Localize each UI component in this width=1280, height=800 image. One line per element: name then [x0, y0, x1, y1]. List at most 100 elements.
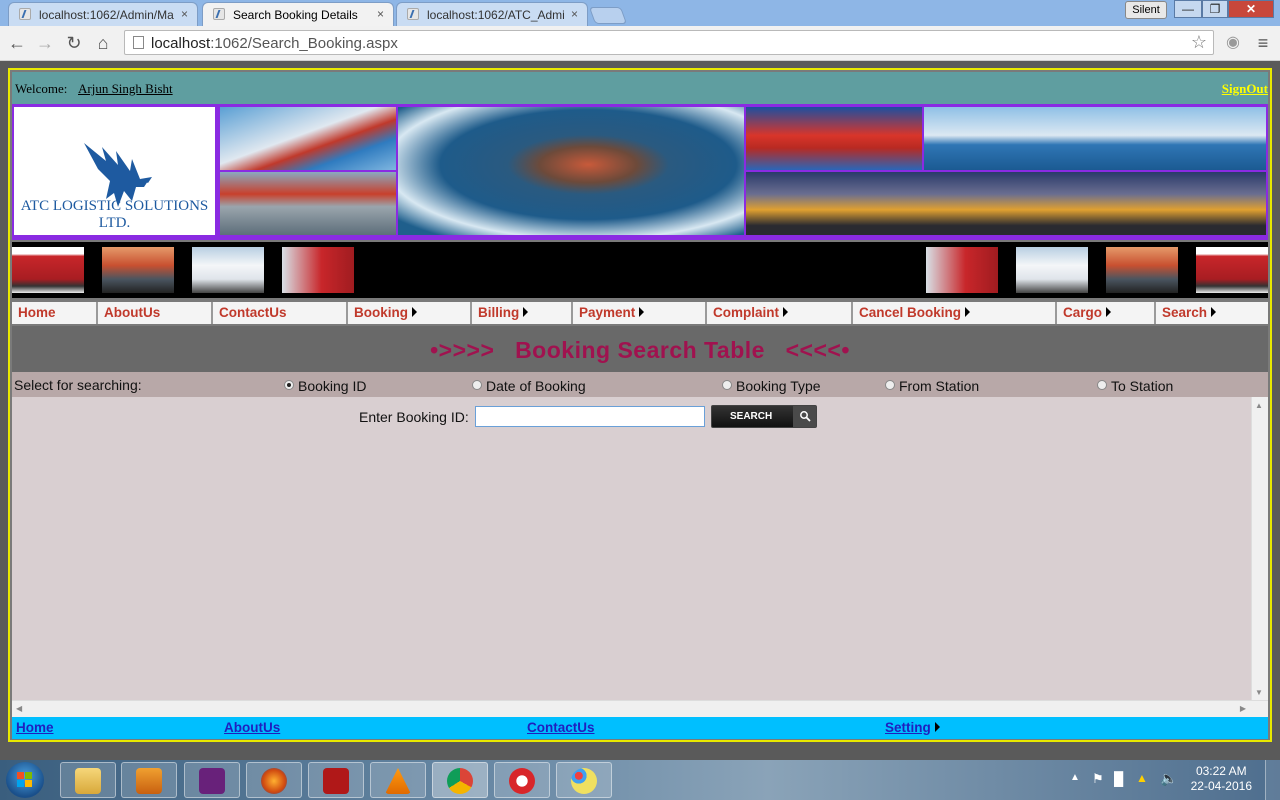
browser-tab-search-booking[interactable]: Search Booking Details × [202, 2, 394, 26]
radio-unselected-icon[interactable] [472, 380, 482, 390]
radio-unselected-icon[interactable] [1097, 380, 1107, 390]
truck-image [1106, 247, 1178, 293]
browser-tab-atc-admin[interactable]: localhost:1062/ATC_Admi × [396, 2, 588, 26]
radio-booking-id[interactable]: Booking ID [284, 378, 366, 394]
taskbar-ccleaner[interactable] [494, 762, 550, 798]
radio-selected-icon[interactable] [284, 380, 294, 390]
radio-label: To Station [1111, 378, 1174, 394]
truck-image [1016, 247, 1088, 293]
horizontal-scrollbar[interactable]: ◀ ▶ [12, 700, 1268, 717]
url-path: :1062/Search_Booking.aspx [210, 35, 398, 52]
clock-date: 22-04-2016 [1190, 779, 1252, 793]
back-arrow-icon[interactable]: ← [6, 32, 28, 54]
submenu-arrow-icon [523, 307, 529, 317]
menu-item-contactus[interactable]: ContactUs [213, 302, 348, 324]
radio-to-station[interactable]: To Station [1097, 378, 1173, 394]
taskbar-chrome[interactable] [432, 762, 488, 798]
radio-label: Booking ID [298, 378, 367, 394]
scroll-right-icon[interactable]: ▶ [1240, 704, 1246, 713]
forward-arrow-icon[interactable]: → [34, 32, 56, 54]
taskbar-file-explorer[interactable] [60, 762, 116, 798]
home-icon[interactable]: ⌂ [92, 32, 114, 54]
profile-badge[interactable]: Silent [1125, 1, 1167, 19]
menu-item-complaint[interactable]: Complaint [707, 302, 853, 324]
booking-id-input[interactable] [475, 406, 705, 427]
menu-item-payment[interactable]: Payment [573, 302, 707, 324]
radio-date-of-booking[interactable]: Date of Booking [472, 378, 586, 394]
taskbar-vlc[interactable] [370, 762, 426, 798]
adobe-reader-icon [323, 768, 349, 794]
tab-close-icon[interactable]: × [377, 7, 384, 21]
start-button[interactable] [6, 762, 44, 798]
menu-item-cargo[interactable]: Cargo [1057, 302, 1156, 324]
scroll-left-icon[interactable]: ◀ [16, 704, 22, 713]
extension-icon[interactable]: ◉ [1222, 32, 1244, 54]
footer-link-contactus[interactable]: ContactUs [527, 720, 595, 735]
radio-booking-type[interactable]: Booking Type [722, 378, 821, 394]
tab-close-icon[interactable]: × [181, 7, 188, 21]
menu-item-search[interactable]: Search [1156, 302, 1268, 324]
taskbar-visual-studio[interactable] [184, 762, 240, 798]
menu-item-label: Search [1162, 305, 1208, 320]
footer-link-setting[interactable]: Setting [885, 720, 931, 735]
taskbar-adobe-reader[interactable] [308, 762, 364, 798]
menu-item-cancel-booking[interactable]: Cancel Booking [853, 302, 1057, 324]
reload-icon[interactable]: ↻ [63, 32, 85, 54]
booking-id-label: Enter Booking ID: [359, 409, 469, 425]
bookmark-star-icon[interactable]: ☆ [1191, 32, 1207, 53]
menu-item-label: Billing [478, 305, 520, 320]
menu-item-aboutus[interactable]: AboutUs [98, 302, 213, 324]
tab-close-icon[interactable]: × [571, 7, 578, 21]
taskbar-paint[interactable] [556, 762, 612, 798]
taskbar-clock[interactable]: 03:22 AM 22-04-2016 [1191, 764, 1252, 794]
taskbar-firefox[interactable] [246, 762, 302, 798]
radio-unselected-icon[interactable] [722, 380, 732, 390]
truck-image [1196, 247, 1268, 293]
search-button-label: SEARCH [730, 411, 773, 422]
main-menu: Home AboutUs ContactUs Booking Billing P… [12, 302, 1268, 324]
browser-tab-admin[interactable]: localhost:1062/Admin/Ma × [8, 2, 198, 26]
url-text[interactable]: localhost:1062/Search_Booking.aspx [151, 35, 398, 52]
menu-item-booking[interactable]: Booking [348, 302, 472, 324]
network-icon[interactable]: █ [1114, 771, 1123, 786]
radio-unselected-icon[interactable] [885, 380, 895, 390]
truck-image [12, 247, 84, 293]
action-center-icon[interactable]: ⚑ [1092, 771, 1104, 787]
browser-menu-icon[interactable]: ≡ [1252, 32, 1274, 54]
vertical-scrollbar[interactable]: ▲ ▼ [1251, 397, 1268, 701]
scroll-down-icon[interactable]: ▼ [1255, 688, 1263, 697]
header-banner: ATC LOGISTIC SOLUTIONS LTD. [12, 104, 1268, 240]
taskbar-media-player[interactable] [121, 762, 177, 798]
show-desktop-button[interactable] [1265, 760, 1280, 800]
signal-icon[interactable]: ▲ [1136, 771, 1148, 785]
footer-link-home[interactable]: Home [16, 720, 54, 735]
menu-item-home[interactable]: Home [12, 302, 98, 324]
close-window-icon[interactable]: ✕ [1228, 0, 1274, 18]
radio-from-station[interactable]: From Station [885, 378, 979, 394]
search-content-panel: Enter Booking ID: SEARCH ▲ ▼ ◀ ▶ [12, 397, 1268, 717]
new-tab-button[interactable] [588, 7, 628, 24]
menu-item-billing[interactable]: Billing [472, 302, 573, 324]
welcome-bar: Welcome: Arjun Singh Bisht SignOut [12, 72, 1268, 104]
minimize-window-icon[interactable]: — [1174, 0, 1202, 18]
vlc-icon [385, 768, 411, 794]
menu-item-label: Cargo [1063, 305, 1103, 320]
footer-setting-wrapper[interactable]: Setting [885, 720, 940, 735]
signout-link[interactable]: SignOut [1222, 81, 1268, 97]
scroll-up-icon[interactable]: ▲ [1255, 401, 1263, 410]
user-name-link[interactable]: Arjun Singh Bisht [78, 81, 173, 97]
tab-title: Search Booking Details [233, 8, 358, 22]
page-icon [133, 36, 144, 49]
tray-expand-icon[interactable]: ▲ [1070, 772, 1080, 783]
tab-favicon-icon [19, 8, 31, 20]
address-bar[interactable]: localhost:1062/Search_Booking.aspx ☆ [124, 30, 1214, 55]
volume-icon[interactable]: 🔈 [1160, 770, 1177, 787]
page-title-bar: •>>>> Booking Search Table <<<<• [12, 326, 1268, 372]
windows-logo-icon [17, 772, 33, 788]
footer-link-aboutus[interactable]: AboutUs [224, 720, 280, 735]
maximize-window-icon[interactable]: ❐ [1202, 0, 1228, 18]
welcome-label: Welcome: [15, 81, 68, 96]
truck-strip [12, 242, 1268, 298]
search-button[interactable]: SEARCH [711, 405, 817, 428]
ccleaner-icon [509, 768, 535, 794]
